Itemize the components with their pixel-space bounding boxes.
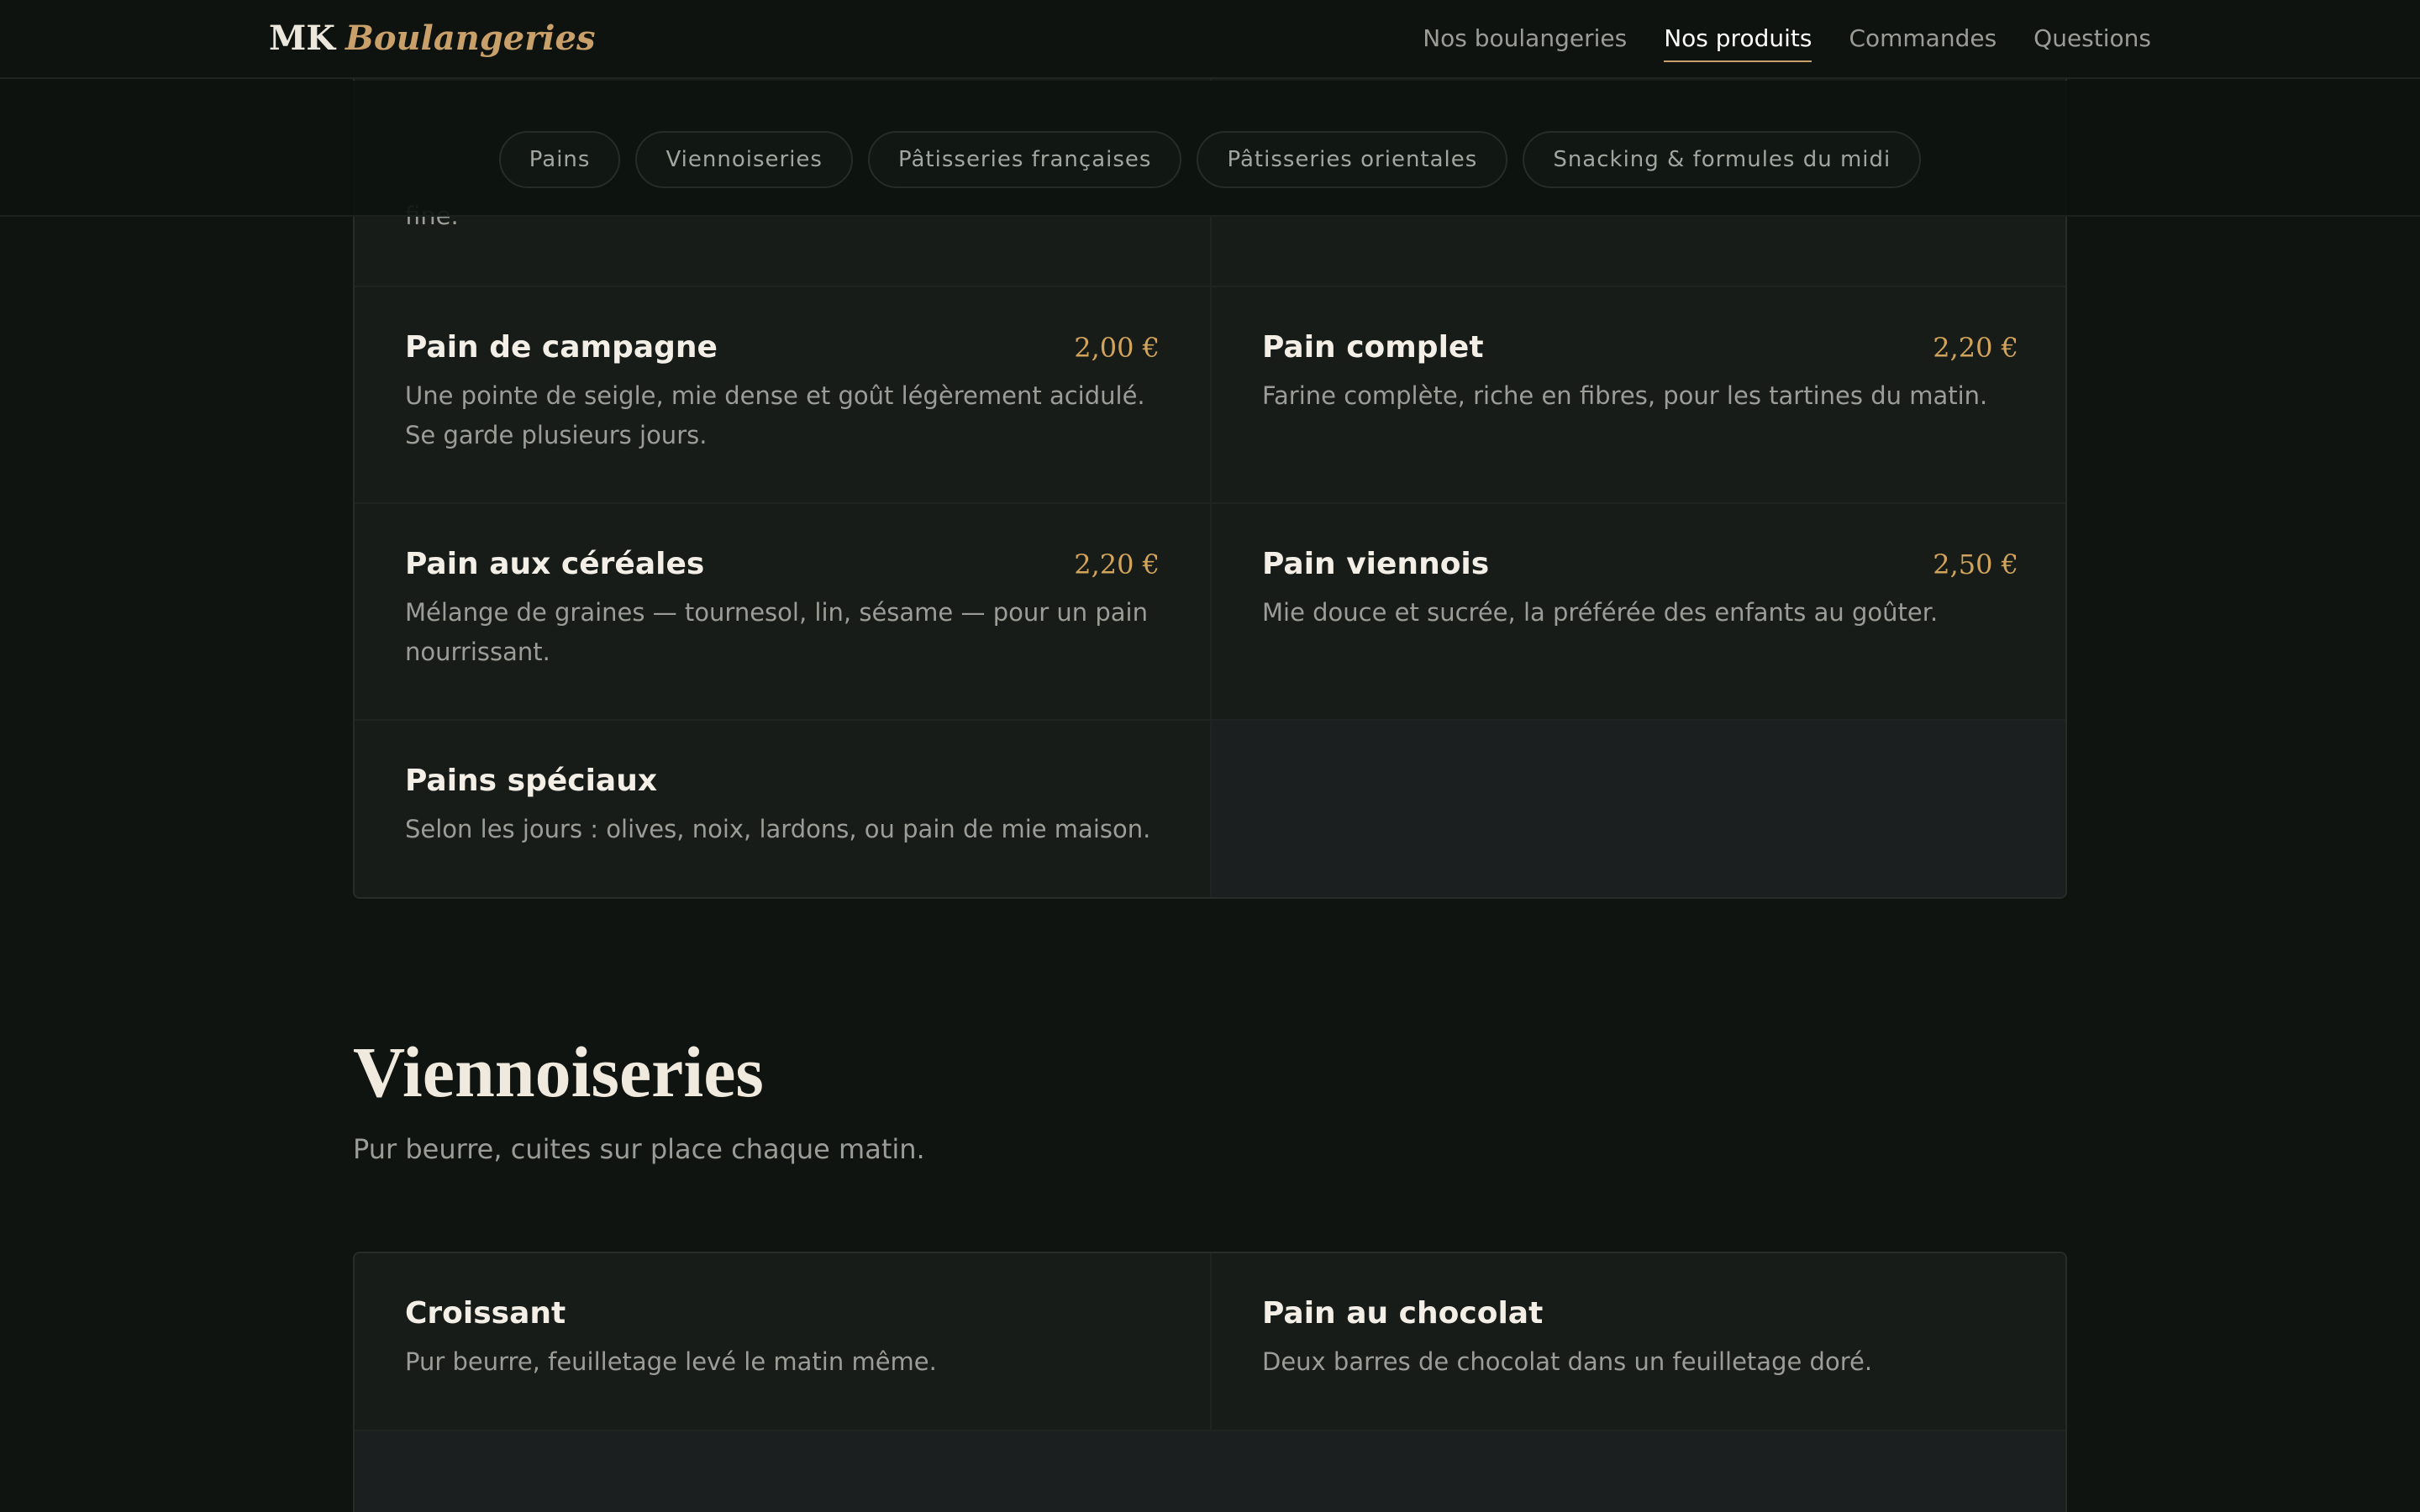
product-card: Pain aux céréales 2,20 € Mélange de grai… xyxy=(355,504,1212,721)
product-card: Pain au chocolat Deux barres de chocolat… xyxy=(1212,1253,2065,1431)
viennoiseries-product-grid: Croissant Pur beurre, feuilletage levé l… xyxy=(353,1252,2067,1512)
product-description: Mélange de graines — tournesol, lin, sés… xyxy=(405,598,1148,666)
product-description: Selon les jours : olives, noix, lardons,… xyxy=(405,815,1151,843)
section-title: Viennoiseries xyxy=(353,1032,764,1112)
product-card: Pain de campagne 2,00 € Une pointe de se… xyxy=(355,287,1212,504)
product-name: Pain aux céréales xyxy=(405,547,705,581)
category-chips: Pains Viennoiseries Pâtisseries français… xyxy=(0,131,2420,188)
product-name: Pains spéciaux xyxy=(405,764,658,798)
product-description: Mie douce et sucrée, la préférée des enf… xyxy=(1262,598,1939,627)
category-chip-pains[interactable]: Pains xyxy=(498,131,621,188)
category-chip-patisseries-orientales[interactable]: Pâtisseries orientales xyxy=(1197,131,1508,188)
empty-card xyxy=(1212,721,2065,897)
product-card xyxy=(1212,1431,2065,1512)
brand-logo[interactable]: MK Boulangeries xyxy=(269,17,595,60)
product-price: 2,50 € xyxy=(1933,549,2018,580)
product-description: Pur beurre, feuilletage levé le matin mê… xyxy=(405,1347,937,1376)
category-chip-snacking[interactable]: Snacking & formules du midi xyxy=(1523,131,1922,188)
product-card: Pain complet 2,20 € Farine complète, ric… xyxy=(1212,287,2065,504)
product-description: Farine complète, riche en fibres, pour l… xyxy=(1262,381,1988,410)
category-chip-patisseries-francaises[interactable]: Pâtisseries françaises xyxy=(867,131,1182,188)
product-card: Pain viennois 2,50 € Mie douce et sucrée… xyxy=(1212,504,2065,721)
nav-link-questions[interactable]: Questions xyxy=(2033,22,2151,55)
product-description: Une pointe de seigle, mie dense et goût … xyxy=(405,381,1145,449)
main-nav: Nos boulangeries Nos produits Commandes … xyxy=(1423,22,2151,62)
viennoiseries-section-header: Viennoiseries Pur beurre, cuites sur pla… xyxy=(353,1030,2067,1168)
product-name: Pain de campagne xyxy=(405,330,718,365)
product-name: Pain viennois xyxy=(1262,547,1490,581)
category-bar: Pains Viennoiseries Pâtisseries français… xyxy=(0,81,2420,217)
product-card xyxy=(355,1431,1212,1512)
product-description: Deux barres de chocolat dans un feuillet… xyxy=(1262,1347,1873,1376)
product-price: 2,00 € xyxy=(1074,332,1160,364)
section-subtitle: Pur beurre, cuites sur place chaque mati… xyxy=(353,1133,925,1165)
top-navigation-bar: MK Boulangeries Nos boulangeries Nos prod… xyxy=(0,0,2420,79)
brand-initials: MK xyxy=(269,18,336,58)
nav-link-nos-produits[interactable]: Nos produits xyxy=(1664,22,1812,62)
brand-name: Boulangeries xyxy=(345,18,596,58)
product-price: 2,20 € xyxy=(1933,332,2018,364)
nav-link-commandes[interactable]: Commandes xyxy=(1849,22,1996,55)
product-name: Pain au chocolat xyxy=(1262,1296,1544,1331)
product-card: Croissant Pur beurre, feuilletage levé l… xyxy=(355,1253,1212,1431)
product-price: 2,20 € xyxy=(1074,549,1160,580)
product-name: Pain complet xyxy=(1262,330,1484,365)
nav-link-nos-boulangeries[interactable]: Nos boulangeries xyxy=(1423,22,1627,55)
product-name: Croissant xyxy=(405,1296,566,1331)
product-card: Pains spéciaux Selon les jours : olives,… xyxy=(355,721,1212,897)
category-chip-viennoiseries[interactable]: Viennoiseries xyxy=(635,131,853,188)
